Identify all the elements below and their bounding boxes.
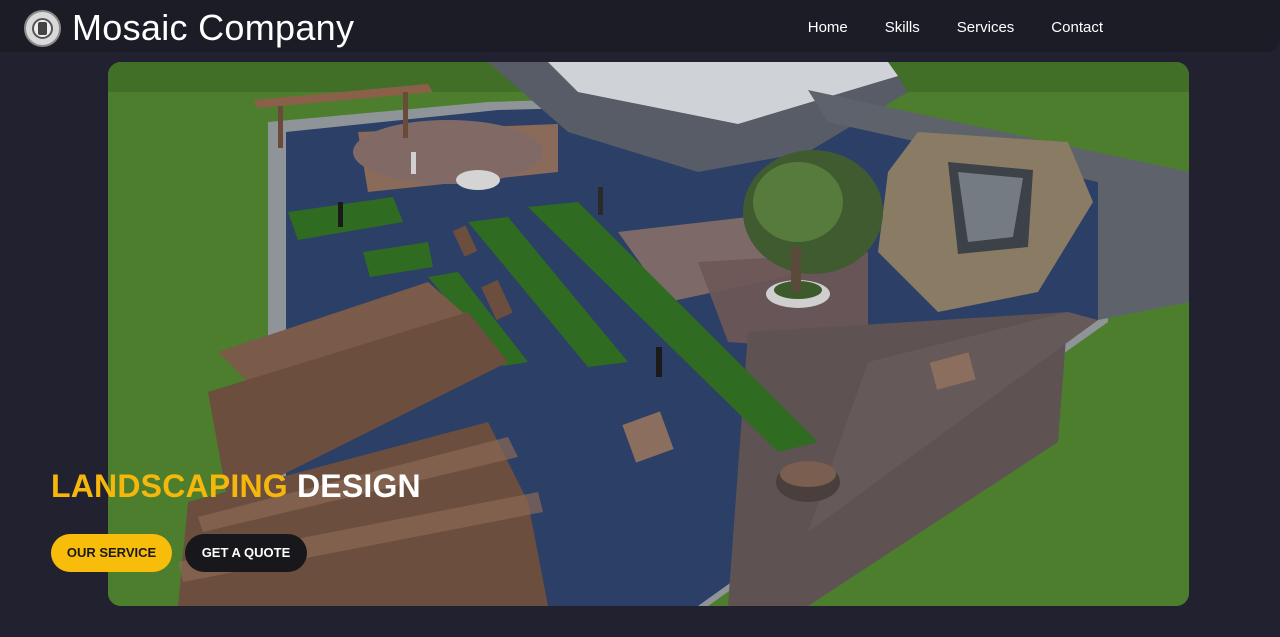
navbar: Mosaic Company Home Skills Services Cont… [0,0,1280,52]
hero-banner [108,62,1189,606]
nav-contact[interactable]: Contact [1051,19,1103,37]
brand-name[interactable]: Mosaic Company [72,8,354,48]
nav-home[interactable]: Home [808,19,848,37]
headline-accent: LANDSCAPING [51,468,288,504]
main-nav: Home Skills Services Contact [808,19,1103,37]
our-service-button[interactable]: OUR SERVICE [51,534,172,572]
headline-rest: DESIGN [296,468,421,504]
hero-landscape-image [108,62,1189,606]
get-a-quote-button[interactable]: GET A QUOTE [185,534,307,572]
brand[interactable]: Mosaic Company [24,8,354,48]
hero-headline: LANDSCAPING DESIGN [51,468,421,504]
company-seal-icon[interactable] [24,9,61,47]
nav-services[interactable]: Services [957,19,1015,37]
nav-skills[interactable]: Skills [885,19,920,37]
